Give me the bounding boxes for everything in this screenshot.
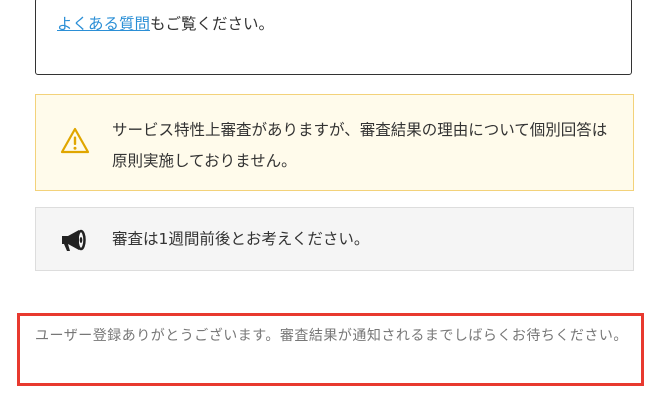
registration-complete-notice: ユーザー登録ありがとうございます。審査結果が通知されるまでしばらくお待ちください… bbox=[17, 313, 644, 386]
page: よくある質問もご覧ください。 サービス特性上審査がありますが、審査結果の理由につ… bbox=[0, 0, 662, 401]
warning-alert: サービス特性上審査がありますが、審査結果の理由について個別回答は原則実施しており… bbox=[35, 94, 634, 191]
faq-suffix-text: もご覧ください。 bbox=[150, 15, 275, 33]
review-period-text: 審査は1週間前後とお考えください。 bbox=[112, 230, 370, 248]
warning-text: サービス特性上審査がありますが、審査結果の理由について個別回答は原則実施しており… bbox=[112, 121, 608, 170]
review-period-info: 審査は1週間前後とお考えください。 bbox=[35, 207, 634, 271]
registration-complete-text: ユーザー登録ありがとうございます。審査結果が通知されるまでしばらくお待ちください… bbox=[35, 328, 628, 344]
faq-notice-box: よくある質問もご覧ください。 bbox=[35, 0, 632, 75]
faq-notice-text: よくある質問もご覧ください。 bbox=[57, 13, 274, 35]
warning-triangle-icon bbox=[60, 127, 90, 155]
faq-link[interactable]: よくある質問 bbox=[57, 15, 150, 33]
megaphone-icon bbox=[59, 228, 89, 252]
